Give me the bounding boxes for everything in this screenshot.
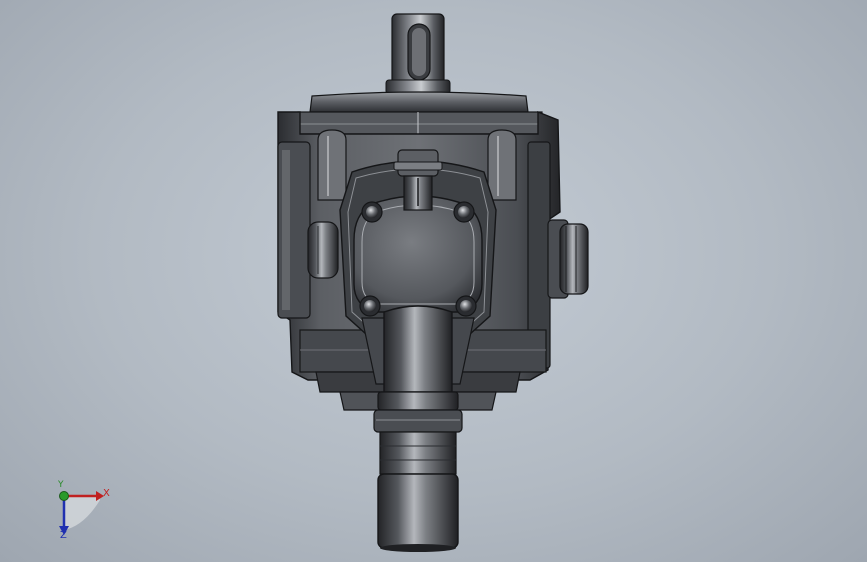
- graphics-viewport[interactable]: X Y Z: [0, 0, 867, 562]
- pump-3d-model[interactable]: [0, 0, 867, 562]
- coordinate-triad: X Y Z: [40, 478, 120, 548]
- drive-shaft: [385, 13, 451, 95]
- side-port-left: [307, 221, 339, 279]
- x-axis-label: X: [103, 488, 110, 499]
- z-axis-label: Z: [60, 530, 67, 541]
- y-axis-label: Y: [58, 480, 64, 490]
- y-axis: [59, 491, 69, 501]
- side-port-right: [547, 219, 589, 299]
- outlet-pipe: [361, 305, 475, 552]
